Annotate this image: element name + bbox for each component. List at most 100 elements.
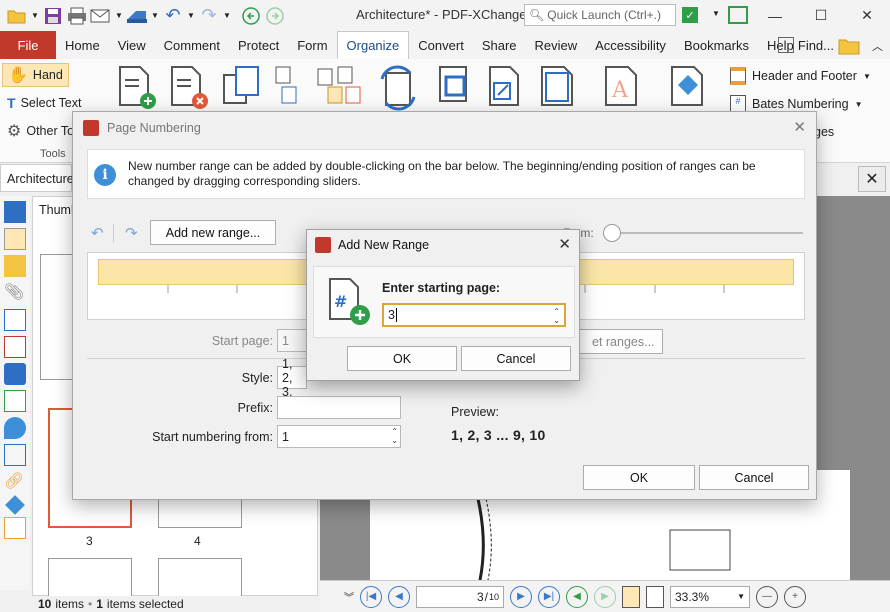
redo-icon[interactable]: ↷ <box>125 224 138 242</box>
stepper-arrows-icon[interactable]: ⌃ ⌄ <box>553 307 560 325</box>
maximize-icon[interactable]: ☐ <box>798 0 844 31</box>
thumbnail-page-6[interactable] <box>158 558 242 598</box>
tab-accessibility[interactable]: Accessibility <box>586 31 675 59</box>
content-icon[interactable] <box>4 336 26 358</box>
zoom-slider-handle[interactable] <box>603 224 621 242</box>
quick-launch-input[interactable]: 🔍︎ Quick Launch (Ctrl+.) <box>524 4 676 26</box>
folder-icon[interactable] <box>838 36 860 59</box>
move-pages-icon[interactable] <box>316 65 366 105</box>
back-icon[interactable] <box>240 5 262 27</box>
find-button[interactable]: Find... <box>777 37 834 53</box>
split-document-icon[interactable] <box>274 65 300 105</box>
structure-icon[interactable] <box>4 444 26 466</box>
tags-icon[interactable] <box>5 495 25 515</box>
document-tab[interactable]: Architecture <box>0 164 74 192</box>
close-icon[interactable]: ✕ <box>558 235 571 253</box>
save-icon[interactable] <box>42 5 64 27</box>
zoom-slider-track[interactable] <box>607 232 803 234</box>
next-page-button[interactable]: ▶ <box>510 585 532 608</box>
layers-icon[interactable] <box>4 363 26 385</box>
add-new-range-button[interactable]: Add new range... <box>150 220 276 245</box>
starting-page-input[interactable]: 3 ⌃ ⌄ <box>382 303 566 327</box>
tab-protect[interactable]: Protect <box>229 31 288 59</box>
scan-icon[interactable] <box>126 5 148 27</box>
fields-icon[interactable] <box>4 390 26 412</box>
tab-view[interactable]: View <box>109 31 155 59</box>
comments-icon[interactable] <box>4 255 26 277</box>
insert-pages-icon[interactable] <box>116 65 156 111</box>
zoom-select[interactable]: 33.3% ▼ <box>670 585 750 608</box>
single-page-icon[interactable] <box>622 585 640 608</box>
prefix-field[interactable] <box>277 396 401 419</box>
links-icon[interactable]: 🔗︎ <box>4 471 26 493</box>
undo-icon[interactable]: ↶ <box>162 5 184 27</box>
style-select[interactable]: 1, 2, 3, <box>277 357 307 399</box>
resize-pages-icon[interactable] <box>484 65 524 111</box>
dropdown-arrow-icon[interactable]: ▼ <box>150 5 160 27</box>
tab-bookmarks[interactable]: Bookmarks <box>675 31 758 59</box>
chevron-down-icon[interactable]: ︾ <box>344 589 354 604</box>
location-icon[interactable] <box>4 417 26 439</box>
rotate-pages-icon[interactable] <box>378 65 418 111</box>
dropdown-arrow-icon[interactable]: ▼ <box>712 9 720 18</box>
tab-review[interactable]: Review <box>526 31 587 59</box>
cancel-button[interactable]: Cancel <box>699 465 809 490</box>
stepper-arrows-icon[interactable]: ⌃ ⌄ <box>391 427 398 445</box>
tab-share[interactable]: Share <box>473 31 526 59</box>
undo-icon[interactable]: ↶ <box>91 224 104 242</box>
other-tools-button[interactable]: ⚙ Other To <box>2 119 79 143</box>
forward-icon[interactable] <box>264 5 286 27</box>
fullscreen-icon[interactable] <box>728 6 748 24</box>
page-number-input[interactable]: 3/10 <box>416 585 504 608</box>
redo-icon[interactable]: ↷ <box>198 5 220 27</box>
tab-convert[interactable]: Convert <box>409 31 473 59</box>
dropdown-arrow-icon[interactable]: ▼ <box>186 5 196 27</box>
preview-label: Preview: <box>451 405 499 419</box>
backgrounds-icon[interactable] <box>668 65 708 111</box>
ok-button[interactable]: OK <box>583 465 695 490</box>
articles-icon[interactable] <box>4 517 26 539</box>
reset-ranges-button[interactable]: et ranges... <box>579 329 663 354</box>
first-page-button[interactable]: |◀ <box>360 585 382 608</box>
tab-file[interactable]: File <box>0 31 56 59</box>
dropdown-arrow-icon[interactable]: ▼ <box>222 5 232 27</box>
dropdown-arrow-icon[interactable]: ▼ <box>114 5 124 27</box>
last-page-button[interactable]: ▶| <box>538 585 560 608</box>
thumbnail-page-5[interactable] <box>48 558 132 598</box>
cancel-button[interactable]: Cancel <box>461 346 571 371</box>
crop-pages-icon[interactable] <box>434 65 474 111</box>
close-icon[interactable]: ✕ <box>793 118 806 136</box>
tab-form[interactable]: Form <box>288 31 336 59</box>
close-document-button[interactable]: ✕ <box>858 166 886 192</box>
dropdown-arrow-icon[interactable]: ▼ <box>30 5 40 27</box>
open-folder-icon[interactable] <box>6 5 28 27</box>
previous-page-button[interactable]: ◀ <box>388 585 410 608</box>
extract-pages-icon[interactable] <box>222 65 262 111</box>
zoom-out-button[interactable]: — <box>756 585 778 608</box>
attachments-icon[interactable]: 📎︎ <box>4 282 26 304</box>
close-icon[interactable]: ✕ <box>844 0 890 31</box>
next-view-button[interactable]: ▶ <box>594 585 616 608</box>
delete-pages-icon[interactable] <box>168 65 208 111</box>
tab-comment[interactable]: Comment <box>155 31 229 59</box>
header-footer-button[interactable]: Header and Footer ▼ <box>730 67 871 85</box>
email-icon[interactable] <box>90 5 112 27</box>
previous-view-button[interactable]: ◀ <box>566 585 588 608</box>
check-icon[interactable]: ✓ <box>682 7 698 23</box>
ok-button[interactable]: OK <box>347 346 457 371</box>
print-icon[interactable] <box>66 5 88 27</box>
thumbnails-icon[interactable] <box>4 228 26 250</box>
collapse-ribbon-icon[interactable]: ︿ <box>872 38 883 54</box>
pages-icon[interactable] <box>4 309 26 331</box>
hand-tool-button[interactable]: ✋ Hand <box>2 63 69 87</box>
minimize-icon[interactable]: — <box>752 0 798 31</box>
page-boxes-icon[interactable] <box>538 65 578 111</box>
start-page-field[interactable]: 1 <box>277 329 307 352</box>
bookmarks-icon[interactable] <box>4 201 26 223</box>
zoom-in-button[interactable]: + <box>784 585 806 608</box>
tab-organize[interactable]: Organize <box>336 31 410 59</box>
tab-home[interactable]: Home <box>56 31 109 59</box>
continuous-page-icon[interactable] <box>646 585 664 608</box>
watermarks-icon[interactable]: A <box>602 65 642 111</box>
start-numbering-stepper[interactable]: 1 ⌃ ⌄ <box>277 425 401 448</box>
